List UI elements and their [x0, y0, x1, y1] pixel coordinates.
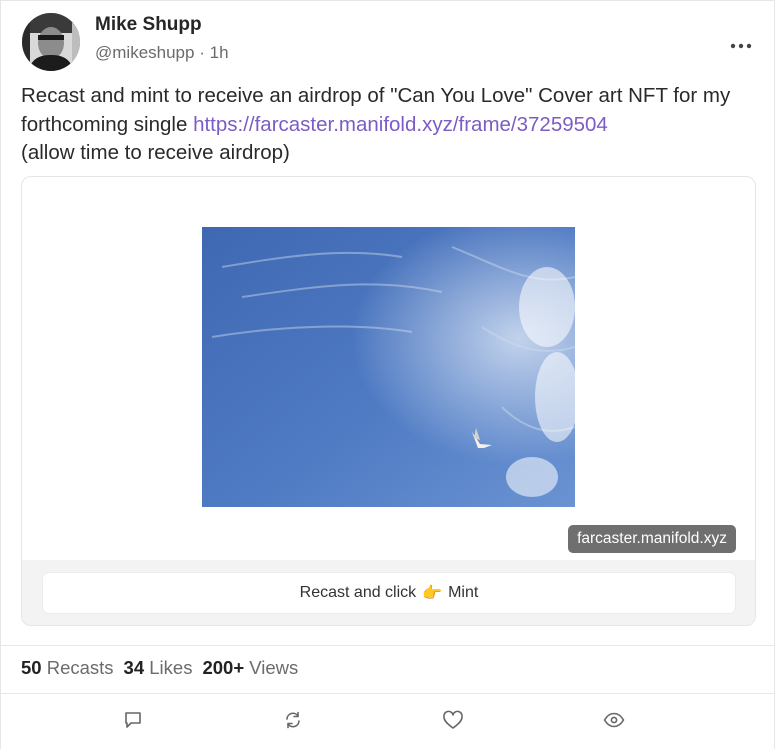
frame-card: farcaster.manifold.xyz Recast and click …: [21, 176, 756, 626]
likes-label: Likes: [149, 657, 193, 678]
recasts-label: Recasts: [46, 657, 114, 678]
author-handle[interactable]: @mikeshupp: [95, 43, 194, 62]
frame-footer: Recast and click 👉 Mint: [22, 560, 755, 625]
heart-icon: [443, 710, 463, 729]
views-count: 200+: [202, 657, 245, 678]
avatar[interactable]: [22, 13, 80, 71]
author-meta: @mikeshupp · 1h: [95, 43, 229, 63]
recasts-stat[interactable]: 50 Recasts: [21, 657, 114, 679]
post-time[interactable]: 1h: [210, 43, 229, 62]
stats-bar: 50 Recasts 34 Likes 200+ Views: [21, 657, 298, 679]
avatar-photo: [22, 13, 80, 71]
action-bar: [1, 694, 775, 750]
reply-button[interactable]: [121, 708, 145, 732]
comment-icon: [125, 712, 141, 728]
views-stat: 200+ Views: [202, 657, 298, 679]
more-options-button[interactable]: [723, 31, 759, 61]
like-button[interactable]: [441, 708, 465, 732]
recast-button[interactable]: [281, 708, 305, 732]
recasts-count: 50: [21, 657, 42, 678]
meta-separator: ·: [199, 43, 205, 62]
frame-domain-badge[interactable]: farcaster.manifold.xyz: [568, 525, 736, 553]
recast-icon: [286, 711, 300, 729]
views-label: Views: [249, 657, 299, 678]
eye-icon: [603, 712, 625, 728]
post-text: Recast and mint to receive an airdrop of…: [21, 82, 761, 168]
likes-stat[interactable]: 34 Likes: [124, 657, 193, 679]
frame-button-label-before: Recast and click: [299, 584, 417, 601]
cast-post: Mike Shupp @mikeshupp · 1h Recast and mi…: [0, 0, 775, 749]
post-link[interactable]: https://farcaster.manifold.xyz/frame/372…: [193, 113, 608, 136]
author-name[interactable]: Mike Shupp: [95, 14, 202, 36]
frame-button-label-after: Mint: [448, 584, 479, 601]
frame-image[interactable]: [202, 227, 575, 507]
views-button[interactable]: [602, 708, 626, 732]
divider-top: [1, 645, 775, 646]
more-horizontal-icon: [730, 43, 752, 49]
pointing-right-icon: 👉: [422, 585, 443, 602]
frame-action-button[interactable]: Recast and click 👉 Mint: [42, 572, 736, 614]
post-text-after: (allow time to receive airdrop): [21, 141, 290, 164]
likes-count: 34: [123, 657, 145, 678]
